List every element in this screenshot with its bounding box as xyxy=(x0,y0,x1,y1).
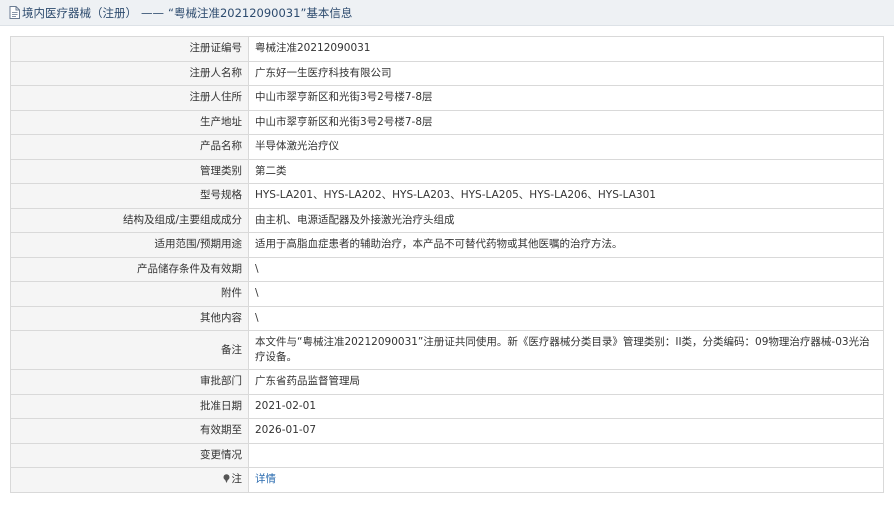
management-class-label: 管理类别 xyxy=(10,158,249,184)
table-row-product-name: 产品名称 半导体激光治疗仪 xyxy=(10,134,884,160)
attachments-value-text: \ xyxy=(255,287,259,300)
attachments-value: \ xyxy=(248,281,884,307)
page-title: “粤械注准20212090031”基本信息 xyxy=(168,5,353,20)
table-row-approval-date: 批准日期 2021-02-01 xyxy=(10,393,884,419)
registration-number-value-text: 粤械注准20212090031 xyxy=(255,42,371,55)
registrant-address-value-text: 中山市翠亨新区和光街3号2号楼7-8层 xyxy=(255,91,433,104)
header-separator: —— xyxy=(141,5,164,20)
management-class-value: 第二类 xyxy=(248,158,884,184)
approval-department-value: 广东省药品监督管理局 xyxy=(248,369,884,395)
table-row-valid-until: 有效期至 2026-01-07 xyxy=(10,418,884,444)
product-name-value-text: 半导体激光治疗仪 xyxy=(255,140,339,153)
registrant-name-value: 广东好一生医疗科技有限公司 xyxy=(248,60,884,86)
page-header: 境内医疗器械（注册） —— “粤械注准20212090031”基本信息 xyxy=(0,0,894,26)
other-content-value: \ xyxy=(248,305,884,331)
table-row-production-address: 生产地址 中山市翠亨新区和光街3号2号楼7-8层 xyxy=(10,109,884,135)
management-class-value-text: 第二类 xyxy=(255,164,287,177)
table-row-registrant-address: 注册人住所 中山市翠亨新区和光街3号2号楼7-8层 xyxy=(10,85,884,111)
table-row-registrant-name: 注册人名称 广东好一生医疗科技有限公司 xyxy=(10,60,884,86)
structure-composition-label-text: 结构及组成/主要组成成分 xyxy=(122,213,242,226)
table-row-intended-use: 适用范围/预期用途 适用于高脂血症患者的辅助治疗，本产品不可替代药物或其他医嘱的治… xyxy=(10,232,884,258)
registrant-name-label: 注册人名称 xyxy=(10,60,249,86)
remarks-value-text: 本文件与“粤械注准20212090031”注册证共同使用。新《医疗器械分类目录》… xyxy=(255,336,870,363)
registrant-name-label-text: 注册人名称 xyxy=(189,66,243,79)
approval-date-label-text: 批准日期 xyxy=(200,399,242,412)
structure-composition-value: 由主机、电源适配器及外接激光治疗头组成 xyxy=(248,207,884,233)
intended-use-value: 适用于高脂血症患者的辅助治疗，本产品不可替代药物或其他医嘱的治疗方法。 xyxy=(248,232,884,258)
note-label-text: 注 xyxy=(231,473,243,486)
pin-icon xyxy=(223,474,229,484)
registrant-address-label: 注册人住所 xyxy=(10,85,249,111)
approval-department-value-text: 广东省药品监督管理局 xyxy=(255,375,360,388)
table-row-other-content: 其他内容 \ xyxy=(10,305,884,331)
product-name-label-text: 产品名称 xyxy=(200,140,242,153)
info-table: 注册证编号 粤械注准20212090031 注册人名称 广东好一生医疗科技有限公司 注册… xyxy=(10,36,884,493)
registrant-address-label-text: 注册人住所 xyxy=(189,91,243,104)
approval-date-value: 2021-02-01 xyxy=(248,393,884,419)
intended-use-value-text: 适用于高脂血症患者的辅助治疗，本产品不可替代药物或其他医嘱的治疗方法。 xyxy=(255,238,623,251)
change-history-label: 变更情况 xyxy=(10,442,249,468)
approval-date-value-text: 2021-02-01 xyxy=(255,399,317,412)
remarks-value: 本文件与“粤械注准20212090031”注册证共同使用。新《医疗器械分类目录》… xyxy=(248,330,884,370)
storage-conditions-value-text: \ xyxy=(255,262,259,275)
change-history-label-text: 变更情况 xyxy=(200,448,242,461)
table-row-note: 注详情 xyxy=(10,467,884,493)
details-link[interactable]: 详情 xyxy=(255,473,276,485)
info-table-container: 注册证编号 粤械注准20212090031 注册人名称 广东好一生医疗科技有限公司 注册… xyxy=(10,36,884,493)
table-row-change-history: 变更情况 xyxy=(10,442,884,468)
remarks-label: 备注 xyxy=(10,330,249,370)
registration-number-label-text: 注册证编号 xyxy=(189,42,243,55)
other-content-label-text: 其他内容 xyxy=(200,311,242,324)
model-spec-label-text: 型号规格 xyxy=(200,189,242,202)
registrant-name-value-text: 广东好一生医疗科技有限公司 xyxy=(255,66,392,79)
table-row-attachments: 附件 \ xyxy=(10,281,884,307)
storage-conditions-value: \ xyxy=(248,256,884,282)
approval-department-label: 审批部门 xyxy=(10,369,249,395)
other-content-label: 其他内容 xyxy=(10,305,249,331)
registration-number-value: 粤械注准20212090031 xyxy=(248,36,884,62)
registration-number-label: 注册证编号 xyxy=(10,36,249,62)
production-address-label-text: 生产地址 xyxy=(200,115,242,128)
management-class-label-text: 管理类别 xyxy=(200,164,242,177)
product-name-label: 产品名称 xyxy=(10,134,249,160)
model-spec-value-text: HYS-LA201、HYS-LA202、HYS-LA203、HYS-LA205、… xyxy=(255,189,656,202)
registrant-address-value: 中山市翠亨新区和光街3号2号楼7-8层 xyxy=(248,85,884,111)
document-icon xyxy=(9,6,20,19)
remarks-label-text: 备注 xyxy=(221,343,242,356)
production-address-value-text: 中山市翠亨新区和光街3号2号楼7-8层 xyxy=(255,115,433,128)
production-address-label: 生产地址 xyxy=(10,109,249,135)
valid-until-label-text: 有效期至 xyxy=(200,424,242,437)
table-row-approval-department: 审批部门 广东省药品监督管理局 xyxy=(10,369,884,395)
structure-composition-value-text: 由主机、电源适配器及外接激光治疗头组成 xyxy=(255,213,455,226)
model-spec-value: HYS-LA201、HYS-LA202、HYS-LA203、HYS-LA205、… xyxy=(248,183,884,209)
approval-department-label-text: 审批部门 xyxy=(200,375,242,388)
valid-until-value-text: 2026-01-07 xyxy=(255,424,317,437)
note-label: 注 xyxy=(10,467,249,493)
intended-use-label: 适用范围/预期用途 xyxy=(10,232,249,258)
header-category: 境内医疗器械（注册） xyxy=(22,5,137,20)
table-row-management-class: 管理类别 第二类 xyxy=(10,158,884,184)
change-history-value xyxy=(248,442,884,468)
storage-conditions-label-text: 产品储存条件及有效期 xyxy=(137,262,242,275)
product-name-value: 半导体激光治疗仪 xyxy=(248,134,884,160)
approval-date-label: 批准日期 xyxy=(10,393,249,419)
attachments-label-text: 附件 xyxy=(221,287,242,300)
intended-use-label-text: 适用范围/预期用途 xyxy=(154,238,242,251)
model-spec-label: 型号规格 xyxy=(10,183,249,209)
table-row-registration-number: 注册证编号 粤械注准20212090031 xyxy=(10,36,884,62)
production-address-value: 中山市翠亨新区和光街3号2号楼7-8层 xyxy=(248,109,884,135)
valid-until-label: 有效期至 xyxy=(10,418,249,444)
storage-conditions-label: 产品储存条件及有效期 xyxy=(10,256,249,282)
attachments-label: 附件 xyxy=(10,281,249,307)
other-content-value-text: \ xyxy=(255,311,259,324)
table-row-structure-composition: 结构及组成/主要组成成分 由主机、电源适配器及外接激光治疗头组成 xyxy=(10,207,884,233)
table-row-storage-conditions: 产品储存条件及有效期 \ xyxy=(10,256,884,282)
note-value: 详情 xyxy=(248,467,884,493)
valid-until-value: 2026-01-07 xyxy=(248,418,884,444)
structure-composition-label: 结构及组成/主要组成成分 xyxy=(10,207,249,233)
table-row-model-spec: 型号规格 HYS-LA201、HYS-LA202、HYS-LA203、HYS-LA… xyxy=(10,183,884,209)
table-row-remarks: 备注 本文件与“粤械注准20212090031”注册证共同使用。新《医疗器械分类目… xyxy=(10,330,884,370)
